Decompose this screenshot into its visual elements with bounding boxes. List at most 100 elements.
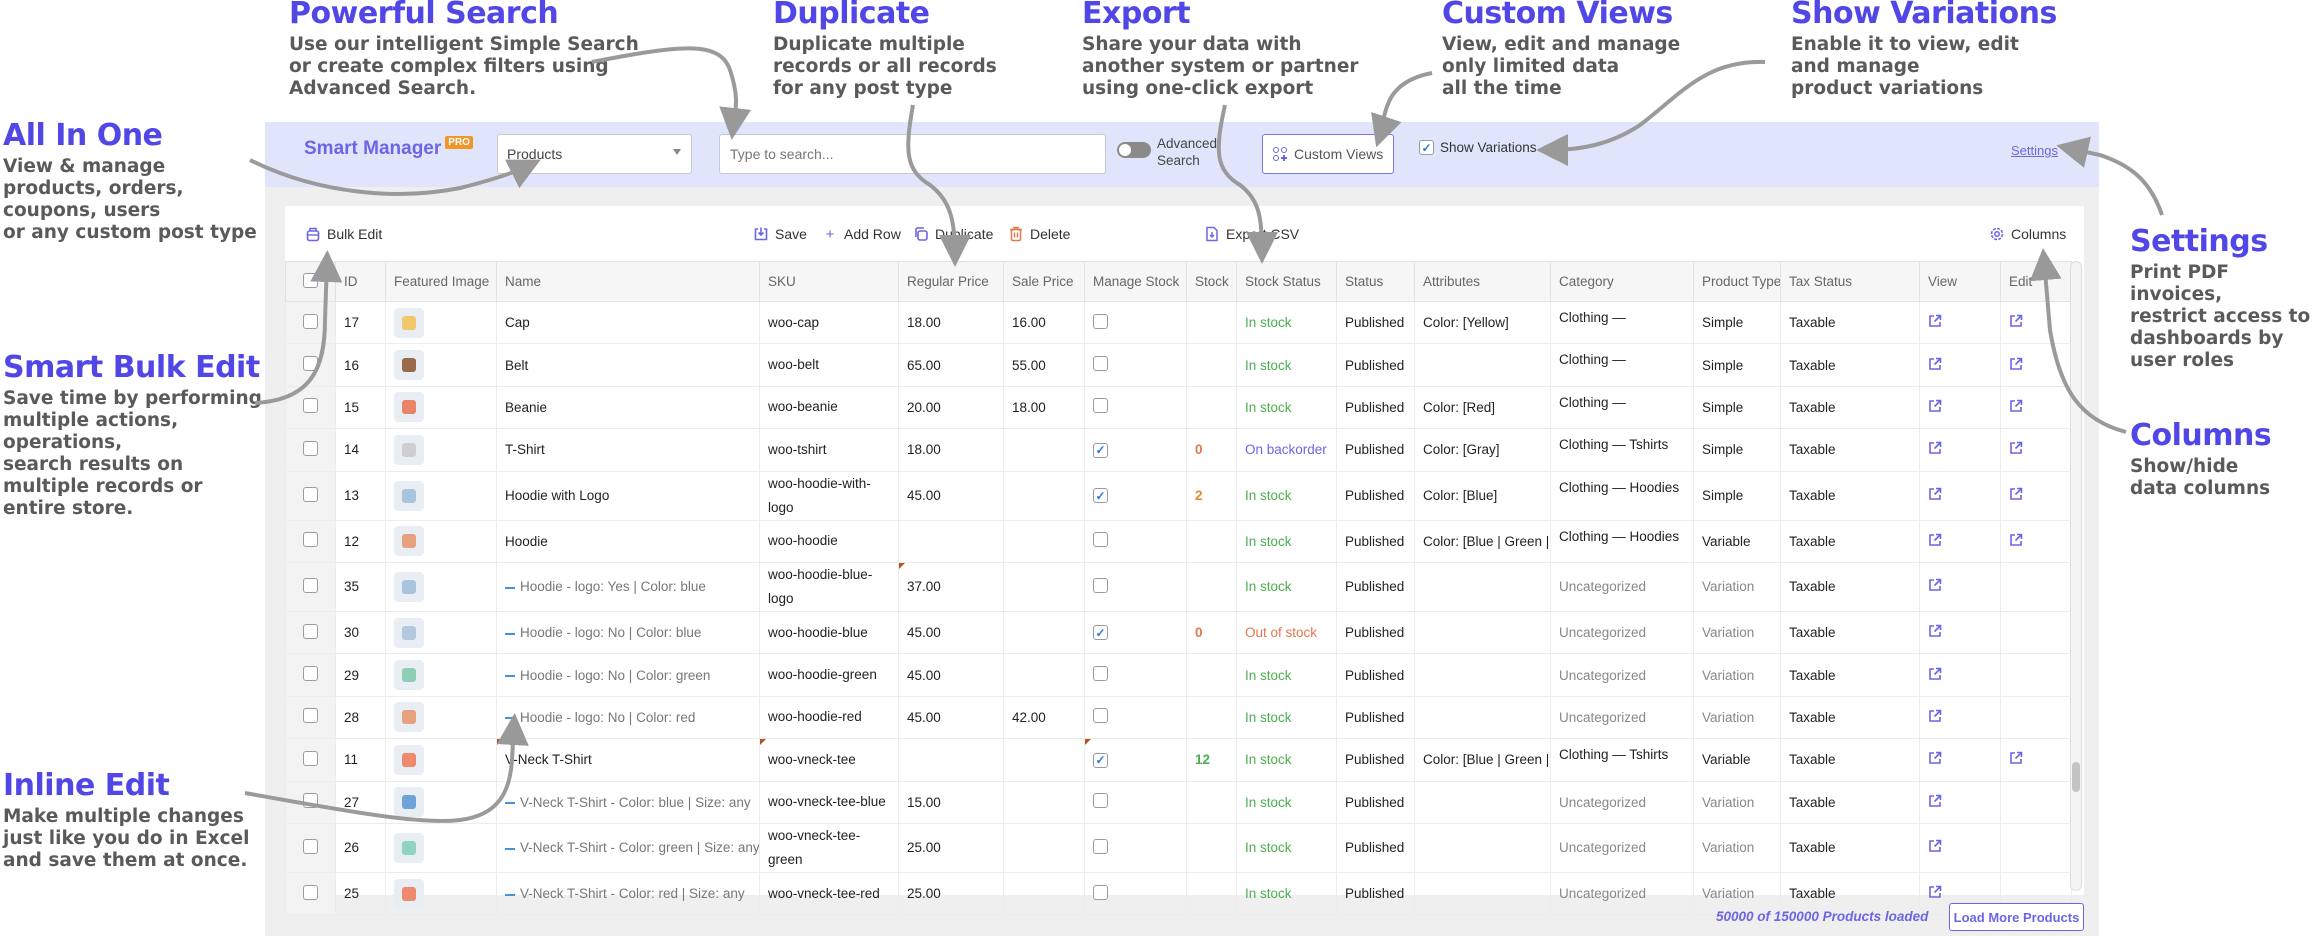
cell-featured-image[interactable] xyxy=(385,428,497,472)
product-thumbnail[interactable] xyxy=(394,744,424,775)
cell-featured-image[interactable] xyxy=(385,610,497,655)
cell-name[interactable]: Hoodie with Logo xyxy=(496,470,760,521)
cell-category[interactable]: Clothing — Tshirts xyxy=(1550,428,1694,472)
cell-status[interactable]: Published xyxy=(1336,738,1415,782)
cell-regular-price[interactable]: 45.00 xyxy=(898,653,1004,697)
cell-name[interactable]: T-Shirt xyxy=(496,428,760,472)
cell-status[interactable]: Published xyxy=(1336,300,1415,345)
manage-stock-checkbox[interactable] xyxy=(1093,356,1108,372)
cell-name[interactable]: Hoodie - logo: No | Color: green xyxy=(496,653,760,697)
cell-stock[interactable] xyxy=(1186,385,1237,430)
cell-status[interactable]: Published xyxy=(1336,653,1415,697)
cell-regular-price[interactable]: 37.00 xyxy=(898,561,1004,612)
cell-regular-price[interactable]: 25.00 xyxy=(898,822,1004,873)
advanced-search-toggle[interactable] xyxy=(1117,142,1151,158)
cell-product-type[interactable]: Simple xyxy=(1693,300,1781,345)
cell-regular-price[interactable]: 45.00 xyxy=(898,470,1004,521)
cell-stock-status[interactable]: In stock xyxy=(1236,385,1337,430)
cell-category[interactable]: Clothing — Hoodies xyxy=(1550,470,1694,521)
cell-sale-price[interactable]: 55.00 xyxy=(1003,343,1085,387)
column-header[interactable]: Tax Status xyxy=(1780,261,1920,302)
row-checkbox[interactable] xyxy=(303,577,318,593)
manage-stock-checkbox[interactable] xyxy=(1093,532,1108,548)
cell-featured-image[interactable] xyxy=(385,695,497,740)
row-checkbox[interactable] xyxy=(303,793,318,809)
custom-views-button[interactable]: Custom Views xyxy=(1262,134,1394,174)
cell-attributes[interactable] xyxy=(1414,610,1551,655)
cell-sale-price[interactable] xyxy=(1003,519,1085,563)
product-thumbnail[interactable] xyxy=(394,660,424,691)
cell-status[interactable]: Published xyxy=(1336,343,1415,387)
show-variations-checkbox[interactable]: ✓ Show Variations xyxy=(1419,140,1537,155)
cell-category[interactable]: Clothing — xyxy=(1550,300,1694,345)
cell-featured-image[interactable] xyxy=(385,653,497,697)
columns-button[interactable]: Columns xyxy=(1989,226,2066,242)
cell-attributes[interactable]: Color: [Gray] xyxy=(1414,428,1551,472)
column-header[interactable]: Stock Status xyxy=(1236,261,1337,302)
cell-status[interactable]: Published xyxy=(1336,519,1415,563)
cell-tax-status[interactable]: Taxable xyxy=(1780,300,1920,345)
manage-stock-checkbox[interactable] xyxy=(1093,313,1108,329)
cell-featured-image[interactable] xyxy=(385,470,497,521)
cell-stock-status[interactable]: In stock xyxy=(1236,695,1337,740)
column-header[interactable]: Attributes xyxy=(1414,261,1551,302)
cell-attributes[interactable] xyxy=(1414,871,1551,916)
table-row[interactable]: 26 V-Neck T-Shirt - Color: green | Size: … xyxy=(285,822,2072,873)
column-header[interactable]: ID xyxy=(335,261,386,302)
product-thumbnail[interactable] xyxy=(394,434,424,465)
row-checkbox[interactable] xyxy=(303,708,318,724)
cell-featured-image[interactable] xyxy=(385,300,497,345)
product-thumbnail[interactable] xyxy=(394,787,424,818)
external-link-icon[interactable] xyxy=(1928,442,1942,458)
cell-sku[interactable]: woo-beanie xyxy=(759,385,899,430)
cell-featured-image[interactable] xyxy=(385,822,497,873)
cell-tax-status[interactable]: Taxable xyxy=(1780,780,1920,824)
cell-regular-price[interactable]: 18.00 xyxy=(898,428,1004,472)
table-row[interactable]: 35 Hoodie - logo: Yes | Color: blue woo-ho… xyxy=(285,561,2072,612)
table-row[interactable]: 28 Hoodie - logo: No | Color: red woo-hood… xyxy=(285,695,2072,740)
cell-stock[interactable] xyxy=(1186,822,1237,873)
cell-regular-price[interactable]: 25.00 xyxy=(898,871,1004,916)
cell-sku[interactable]: woo-vneck-tee-red xyxy=(759,871,899,916)
table-row[interactable]: 17 Cap woo-cap 18.00 16.00 In stock Published C… xyxy=(285,300,2072,345)
external-link-icon[interactable] xyxy=(1928,667,1942,684)
cell-stock[interactable] xyxy=(1186,780,1237,824)
cell-name[interactable]: Hoodie - logo: No | Color: red xyxy=(496,695,760,740)
cell-stock-status[interactable]: On backorder xyxy=(1236,428,1337,472)
table-row[interactable]: 13 Hoodie with Logo woo-hoodie-with-logo 45… xyxy=(285,470,2072,521)
edit-external-link-icon[interactable] xyxy=(2009,752,2023,768)
settings-link[interactable]: Settings xyxy=(2011,143,2058,158)
row-checkbox[interactable] xyxy=(303,750,318,766)
column-header[interactable]: Stock xyxy=(1186,261,1237,302)
external-link-icon[interactable] xyxy=(1928,885,1942,902)
row-checkbox[interactable] xyxy=(303,666,318,682)
product-thumbnail[interactable] xyxy=(394,350,424,381)
cell-stock-status[interactable]: Out of stock xyxy=(1236,610,1337,655)
cell-attributes[interactable] xyxy=(1414,343,1551,387)
external-link-icon[interactable] xyxy=(1928,314,1942,331)
cell-stock[interactable] xyxy=(1186,653,1237,697)
cell-category[interactable]: Uncategorized xyxy=(1550,822,1694,873)
column-header[interactable]: Regular Price xyxy=(898,261,1004,302)
product-thumbnail[interactable] xyxy=(394,392,424,423)
cell-stock[interactable] xyxy=(1186,561,1237,612)
column-header[interactable]: Status xyxy=(1336,261,1415,302)
cell-status[interactable]: Published xyxy=(1336,428,1415,472)
cell-stock-status[interactable]: In stock xyxy=(1236,470,1337,521)
row-checkbox[interactable] xyxy=(303,486,318,502)
cell-regular-price[interactable] xyxy=(898,519,1004,563)
cell-featured-image[interactable] xyxy=(385,738,497,782)
cell-regular-price[interactable]: 20.00 xyxy=(898,385,1004,430)
manage-stock-checkbox[interactable]: ✓ xyxy=(1093,442,1108,458)
column-header[interactable]: Manage Stock xyxy=(1084,261,1187,302)
search-input[interactable] xyxy=(719,134,1106,174)
cell-sale-price[interactable] xyxy=(1003,561,1085,612)
cell-tax-status[interactable]: Taxable xyxy=(1780,561,1920,612)
cell-stock[interactable] xyxy=(1186,343,1237,387)
manage-stock-checkbox[interactable] xyxy=(1093,793,1108,809)
cell-stock[interactable] xyxy=(1186,300,1237,345)
external-link-icon[interactable] xyxy=(1928,357,1942,374)
select-all-checkbox[interactable] xyxy=(303,272,318,288)
cell-stock-status[interactable]: In stock xyxy=(1236,519,1337,563)
cell-tax-status[interactable]: Taxable xyxy=(1780,428,1920,472)
